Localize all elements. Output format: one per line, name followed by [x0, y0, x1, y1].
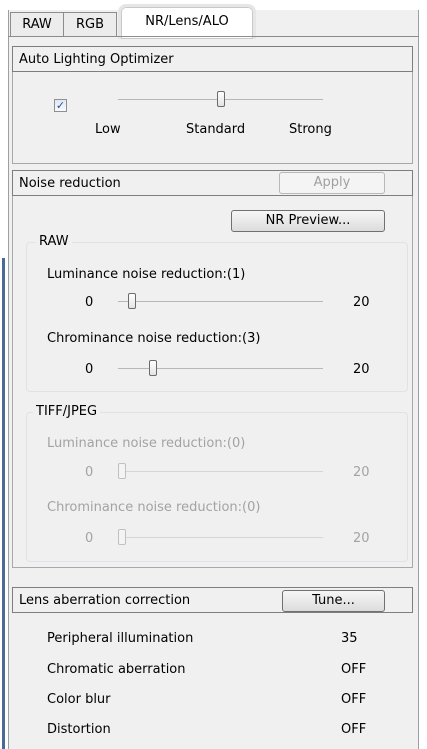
lens-row-value: OFF: [341, 662, 367, 677]
raw-chrominance-slider-thumb[interactable]: [149, 360, 157, 376]
alo-enable-checkbox[interactable]: ✓: [54, 99, 67, 112]
tiff-luminance-label: Luminance noise reduction:(0): [47, 436, 246, 451]
lens-row-name: Peripheral illumination: [47, 631, 194, 646]
tiff-jpeg-group: [26, 412, 408, 562]
raw-luminance-slider-thumb[interactable]: [128, 293, 136, 309]
tab-nr-lens-alo[interactable]: NR/Lens/ALO: [118, 4, 256, 39]
alo-slider-thumb[interactable]: [217, 91, 225, 107]
tiff-chrominance-max: 20: [353, 531, 370, 546]
window-edge: [0, 0, 6, 749]
alo-label-standard: Standard: [186, 122, 246, 137]
lens-row-value: 35: [341, 631, 358, 646]
apply-button[interactable]: Apply: [279, 172, 385, 194]
alo-label-strong: Strong: [289, 122, 332, 137]
tiff-jpeg-group-title: TIFF/JPEG: [33, 404, 101, 419]
raw-group: [26, 242, 408, 392]
lens-row-name: Chromatic aberration: [47, 662, 186, 677]
tiff-luminance-min: 0: [85, 465, 94, 480]
raw-chrominance-max: 20: [353, 362, 370, 377]
tab-rgb[interactable]: RGB: [63, 12, 117, 37]
tiff-chrominance-min: 0: [85, 531, 94, 546]
tune-button[interactable]: Tune...: [282, 590, 385, 612]
tiff-luminance-slider-track[interactable]: [118, 471, 323, 472]
nr-preview-button[interactable]: NR Preview...: [231, 210, 385, 232]
raw-luminance-max: 20: [353, 295, 370, 310]
lens-row-value: OFF: [341, 722, 367, 737]
raw-luminance-min: 0: [85, 295, 94, 310]
tiff-luminance-slider-thumb[interactable]: [118, 463, 126, 479]
raw-luminance-label: Luminance noise reduction:(1): [47, 267, 246, 282]
tab-strip-divider: [8, 36, 419, 37]
alo-section: [12, 72, 413, 164]
raw-luminance-slider-track[interactable]: [118, 301, 323, 302]
tiff-chrominance-slider-track[interactable]: [118, 537, 323, 538]
window-edge-accent: [2, 258, 5, 749]
tab-raw[interactable]: RAW: [10, 12, 64, 37]
raw-group-title: RAW: [36, 234, 72, 249]
lens-row-name: Color blur: [47, 692, 111, 707]
raw-chrominance-label: Chrominance noise reduction:(3): [47, 331, 261, 346]
lens-row-name: Distortion: [47, 722, 111, 737]
alo-label-low: Low: [95, 122, 121, 137]
lens-row-value: OFF: [341, 692, 367, 707]
tiff-luminance-max: 20: [353, 465, 370, 480]
tiff-chrominance-label: Chrominance noise reduction:(0): [47, 500, 261, 515]
alo-header: Auto Lighting Optimizer: [12, 46, 413, 72]
tiff-chrominance-slider-thumb[interactable]: [118, 529, 126, 545]
raw-chrominance-min: 0: [85, 362, 94, 377]
